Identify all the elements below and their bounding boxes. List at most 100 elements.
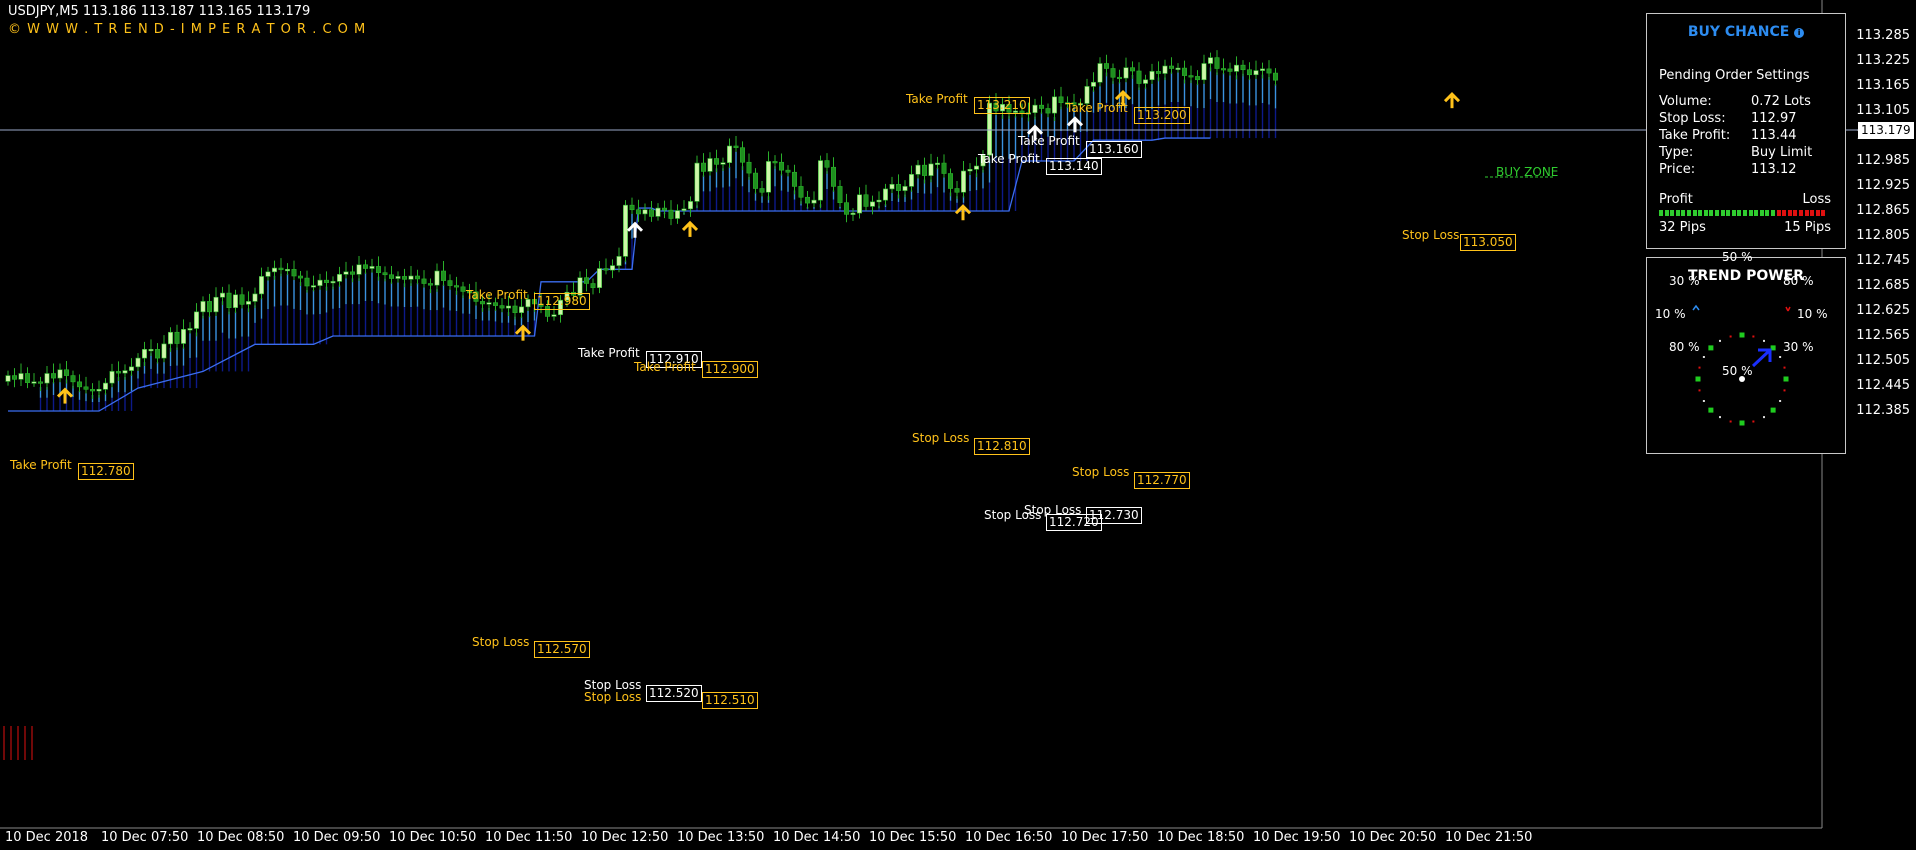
time-tick-label: 10 Dec 11:50 bbox=[485, 830, 573, 845]
price-tick-label: 113.165 bbox=[1856, 78, 1910, 93]
buy-chance-title-text: BUY CHANCE bbox=[1687, 24, 1790, 40]
candle bbox=[395, 271, 401, 283]
candle-body bbox=[233, 294, 239, 308]
candle-body bbox=[323, 279, 329, 283]
candle bbox=[941, 154, 947, 178]
candle bbox=[752, 168, 758, 194]
trade-label-value: 112.810 bbox=[974, 438, 1030, 455]
candle-body bbox=[356, 264, 362, 275]
candle-body bbox=[1273, 72, 1279, 81]
candle bbox=[928, 153, 934, 183]
pl-bar-segment bbox=[1715, 210, 1719, 216]
pl-bar-segment bbox=[1771, 210, 1775, 216]
info-icon[interactable]: i bbox=[1794, 28, 1805, 38]
price-tick-label: 113.225 bbox=[1856, 53, 1910, 68]
time-tick-label: 10 Dec 2018 bbox=[5, 830, 89, 845]
candle bbox=[1195, 70, 1201, 86]
candle-body bbox=[252, 293, 258, 302]
candle-body bbox=[824, 160, 830, 168]
candle bbox=[31, 373, 37, 387]
pl-bar-segment bbox=[1748, 210, 1753, 216]
candle-body bbox=[739, 147, 745, 163]
candle bbox=[843, 193, 849, 223]
signal-arrows bbox=[56, 89, 1461, 404]
candle bbox=[174, 324, 180, 351]
trade-label-value: 112.900 bbox=[702, 361, 758, 378]
candle-body bbox=[291, 269, 297, 277]
trade-label-text: Take Profit bbox=[578, 346, 640, 360]
setting-value: 113.12 bbox=[1751, 162, 1797, 177]
candle-body bbox=[915, 164, 921, 175]
candle-body bbox=[187, 328, 193, 331]
candle-body bbox=[655, 207, 661, 217]
candle bbox=[200, 296, 206, 319]
time-tick-label: 10 Dec 20:50 bbox=[1349, 830, 1437, 845]
pl-bar-segment bbox=[1799, 210, 1803, 216]
candle bbox=[765, 151, 771, 201]
candle bbox=[629, 197, 635, 214]
trade-label-value: 113.210 bbox=[974, 97, 1030, 114]
candle bbox=[447, 274, 453, 290]
candle-body bbox=[869, 201, 875, 207]
trade-label-text: Stop Loss bbox=[984, 508, 1042, 522]
up-arrow-icon bbox=[681, 220, 699, 237]
candle bbox=[642, 203, 648, 221]
trade-label-text: Stop Loss bbox=[584, 690, 642, 704]
candle bbox=[1130, 61, 1136, 79]
candle-body bbox=[440, 270, 446, 281]
trend-power-percent: 80 % bbox=[1669, 340, 1700, 354]
time-tick-label: 10 Dec 14:50 bbox=[773, 830, 861, 845]
setting-value: 112.97 bbox=[1751, 111, 1797, 126]
candle-body bbox=[31, 381, 37, 384]
candle bbox=[1247, 62, 1253, 81]
candle bbox=[1182, 60, 1188, 84]
candle bbox=[434, 263, 440, 292]
candle-body bbox=[83, 386, 89, 390]
candle bbox=[317, 273, 323, 290]
time-tick-label: 10 Dec 13:50 bbox=[677, 830, 765, 845]
time-tick-label: 10 Dec 17:50 bbox=[1061, 830, 1149, 845]
candle-body bbox=[1260, 68, 1266, 71]
time-tick-label: 10 Dec 10:50 bbox=[389, 830, 477, 845]
pl-bar-segment bbox=[1759, 210, 1764, 216]
candle bbox=[603, 258, 609, 275]
pl-bar-segment bbox=[1670, 210, 1675, 216]
candle bbox=[12, 368, 18, 388]
order-setting-row: Stop Loss: 112.97 bbox=[1659, 111, 1831, 126]
pl-bar-segment bbox=[1787, 210, 1792, 216]
setting-label: Take Profit: bbox=[1659, 128, 1731, 143]
pips-row: 32 Pips 15 Pips bbox=[1659, 220, 1831, 235]
profit-loss-bar bbox=[1659, 210, 1828, 216]
candle bbox=[135, 353, 141, 372]
trade-label-text: Stop Loss bbox=[1072, 465, 1130, 479]
candle-body bbox=[414, 275, 420, 280]
candle bbox=[1221, 58, 1227, 75]
trade-label-text: Take Profit bbox=[906, 92, 968, 106]
candle-body bbox=[720, 162, 726, 165]
candle bbox=[713, 149, 719, 173]
candle-body bbox=[109, 371, 115, 384]
trade-label-text: Take Profit bbox=[634, 360, 696, 374]
candle bbox=[453, 276, 459, 295]
candle bbox=[876, 191, 882, 209]
candle bbox=[271, 260, 277, 280]
setting-value: 0.72 Lots bbox=[1751, 94, 1811, 109]
pl-bar-segment bbox=[1731, 210, 1736, 216]
candle-body bbox=[1117, 76, 1123, 80]
candle bbox=[687, 196, 693, 217]
dial-tick bbox=[1752, 420, 1755, 423]
pl-bar-segment bbox=[1793, 210, 1798, 216]
candle bbox=[194, 303, 200, 337]
candle-body bbox=[271, 267, 277, 273]
candle bbox=[356, 256, 362, 282]
dial-tick bbox=[1698, 389, 1701, 392]
pending-order-subtitle: Pending Order Settings bbox=[1659, 68, 1831, 83]
candle bbox=[915, 160, 921, 179]
candle bbox=[856, 187, 862, 219]
candle bbox=[1227, 62, 1233, 76]
pl-bar-segment bbox=[1776, 210, 1781, 216]
candle bbox=[265, 266, 271, 281]
pl-bar-segment bbox=[1681, 210, 1686, 216]
candle-body bbox=[603, 268, 609, 271]
candle bbox=[1123, 57, 1129, 83]
